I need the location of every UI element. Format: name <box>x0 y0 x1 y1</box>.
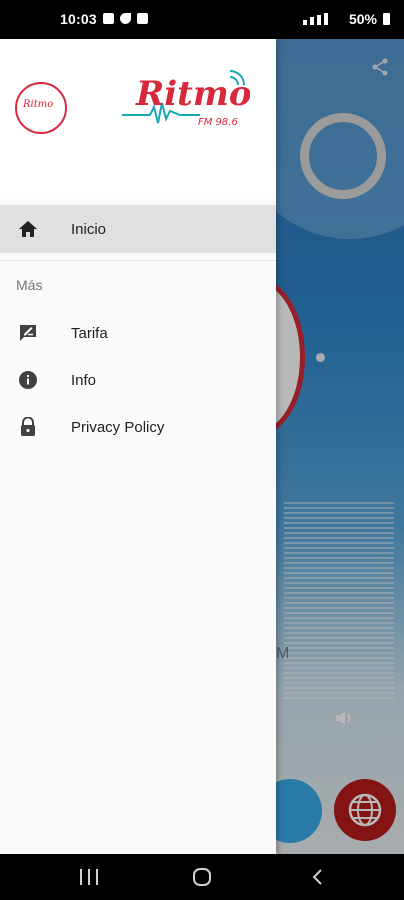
gallery-notification-icon <box>103 13 114 24</box>
facebook-notification-icon <box>137 13 148 24</box>
telegram-notification-icon <box>120 13 131 24</box>
station-logo-large: Ritmo FM 98.6 <box>122 70 250 128</box>
drawer-item-label: Privacy Policy <box>71 418 165 436</box>
home-icon <box>17 218 39 240</box>
drawer-item-inicio[interactable]: Inicio <box>0 205 276 253</box>
drawer-item-privacy-policy[interactable]: Privacy Policy <box>0 403 276 451</box>
battery-icon <box>383 13 390 25</box>
drawer-section-title: Más <box>16 277 43 293</box>
drawer-scrim[interactable] <box>276 39 404 854</box>
notification-icons <box>103 13 148 24</box>
drawer-header: Ritmo Ritmo FM 98.6 <box>0 39 276 199</box>
drawer-item-label: Info <box>71 371 97 389</box>
status-time: 10:03 <box>60 11 97 27</box>
back-button[interactable] <box>310 868 324 886</box>
drawer-item-info[interactable]: Info <box>0 356 276 404</box>
recent-apps-button[interactable] <box>80 869 98 885</box>
logo-brand-text: Ritmo <box>135 74 250 114</box>
battery-percentage: 50% <box>348 11 377 27</box>
system-indicators: 50% <box>302 11 390 27</box>
navigation-drawer: Ritmo Ritmo FM 98.6 Inicio Más Tarifa In… <box>0 39 276 854</box>
drawer-item-label: Inicio <box>71 220 107 238</box>
home-button[interactable] <box>193 868 211 886</box>
lock-icon <box>17 416 39 438</box>
drawer-item-tarifa[interactable]: Tarifa <box>0 309 276 357</box>
info-icon <box>17 369 39 391</box>
drawer-divider <box>0 260 276 261</box>
status-bar: 10:03 50% <box>0 0 404 39</box>
logo-frequency-text: FM 98.6 <box>198 117 238 128</box>
station-logo-small: Ritmo <box>15 82 67 134</box>
rate-review-icon <box>17 322 39 344</box>
logo-small-text: Ritmo <box>23 99 54 110</box>
signal-wifi-icon <box>302 13 343 25</box>
drawer-item-label: Tarifa <box>71 324 108 342</box>
system-navigation-bar <box>0 854 404 900</box>
